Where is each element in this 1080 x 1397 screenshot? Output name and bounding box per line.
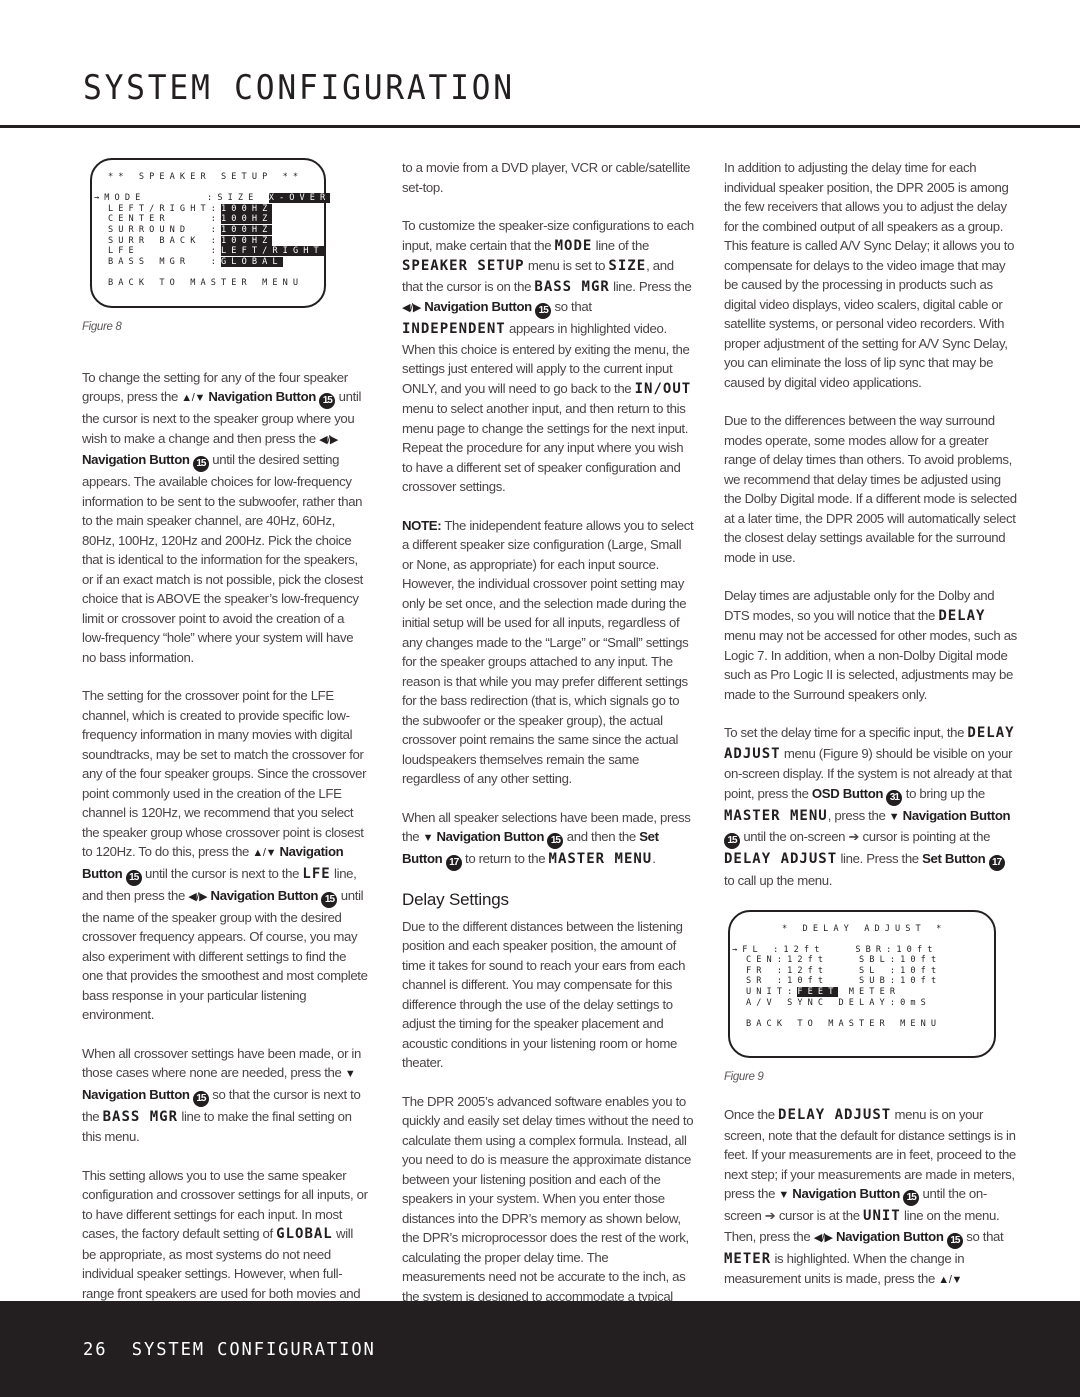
osd-row: CEN:12ft SBL:10ft xyxy=(746,955,942,966)
down-arrow-icon: ▼ xyxy=(344,1068,356,1080)
osd-back-to-master-menu: BACK TO MASTER MENU xyxy=(108,277,304,288)
right-arrow-icon: ➔ xyxy=(848,829,860,844)
column-2: to a movie from a DVD player, VCR or cab… xyxy=(402,158,694,1364)
osd-row-surr-back: SURR BACK :100HZ xyxy=(108,235,273,246)
column-3: In addition to adjusting the delay time … xyxy=(724,158,1018,1310)
figure-caption: Figure 9 xyxy=(724,1070,764,1083)
osd-value-highlight: LEFT/RIGHT xyxy=(221,246,324,257)
left-right-arrow-icon: ◀/▶ xyxy=(813,1231,833,1244)
button-15-badge: 15 xyxy=(547,833,564,849)
cursor-arrow-icon: → xyxy=(94,193,105,204)
button-15-badge: 15 xyxy=(535,303,552,319)
button-15-badge: 15 xyxy=(125,869,142,886)
paragraph: Due to the different distances between t… xyxy=(402,918,686,1071)
left-right-arrow-icon: ◀/▶ xyxy=(319,433,339,446)
button-15-badge: 15 xyxy=(192,456,209,472)
note-paragraph: NOTE: The inidependent feature allows yo… xyxy=(402,517,694,787)
osd-row-bass-mgr: BASS MGR :GLOBAL xyxy=(108,256,283,267)
button-15-badge: 15 xyxy=(946,1232,963,1249)
osd-value-highlight: 100HZ xyxy=(221,235,273,246)
column-1: ** SPEAKER SETUP ** →MODE :SIZE X-OVER LE… xyxy=(82,158,370,1381)
osd-row-surround: SURROUND :100HZ xyxy=(108,224,273,235)
osd-title: * DELAY ADJUST * xyxy=(782,923,947,934)
page-footer: 26 SYSTEM CONFIGURATION xyxy=(0,1301,1080,1397)
osd-value-highlight: X-OVER xyxy=(268,193,331,204)
page-number: 26 xyxy=(83,1339,108,1360)
paragraph: When all crossover settings have been ma… xyxy=(82,1045,361,1145)
osd-value-highlight: FEET xyxy=(797,987,839,998)
button-17-badge: 17 xyxy=(988,855,1005,871)
section-heading-delay-settings: Delay Settings xyxy=(402,890,509,909)
osd-row-center: CENTER :100HZ xyxy=(108,214,273,225)
button-15-badge: 15 xyxy=(192,1090,209,1107)
paragraph: To change the setting for any of the fou… xyxy=(82,369,363,665)
paragraph: When all speaker selections have been ma… xyxy=(402,808,694,871)
paragraph: To set the delay time for a specific inp… xyxy=(724,725,1015,888)
delay-adjust-osd-figure: * DELAY ADJUST * →FL :12ft SBR:10ft CEN:1… xyxy=(728,909,996,1058)
osd-value-highlight: GLOBAL xyxy=(221,256,283,267)
footer-label: 26 SYSTEM CONFIGURATION xyxy=(83,1339,376,1360)
button-17-badge: 17 xyxy=(445,855,462,871)
button-31-badge: 31 xyxy=(886,789,903,806)
down-arrow-icon: ▼ xyxy=(778,1189,789,1201)
left-right-arrow-icon: ◀/▶ xyxy=(402,302,421,314)
osd-row: SR :10ft SUB:10ft xyxy=(746,976,942,987)
paragraph: Due to the differences between the way s… xyxy=(724,413,1017,565)
osd-back-to-master-menu: BACK TO MASTER MENU xyxy=(746,1018,942,1029)
button-15-badge: 15 xyxy=(319,393,336,409)
cursor-arrow-icon: → xyxy=(732,944,743,955)
figure-caption: Figure 8 xyxy=(82,321,122,333)
page-title: SYSTEM CONFIGURATION xyxy=(83,68,515,108)
down-arrow-icon: ▼ xyxy=(888,810,900,823)
osd-row-unit: UNIT:FEET METER xyxy=(746,987,901,998)
osd-value-highlight: 100HZ xyxy=(221,214,273,225)
right-arrow-icon: ➔ xyxy=(764,1208,776,1223)
paragraph: Once the DELAY ADJUST menu is on your sc… xyxy=(724,1107,1016,1286)
osd-title: ** SPEAKER SETUP ** xyxy=(108,172,304,182)
button-15-badge: 15 xyxy=(903,1190,920,1206)
osd-row-lfe: LFE :LEFT/RIGHT xyxy=(108,246,324,257)
up-down-arrow-icon: ▲/▼ xyxy=(252,847,277,859)
osd-row: →FL :12ft SBR:10ft xyxy=(732,944,938,955)
left-right-arrow-icon: ◀/▶ xyxy=(188,890,208,903)
osd-row-mode: →MODE :SIZE X-OVER xyxy=(94,193,331,204)
osd-value-highlight: 100HZ xyxy=(221,203,273,214)
up-down-arrow-icon: ▲/▼ xyxy=(181,392,206,404)
osd-row: FR :12ft SL :10ft xyxy=(746,965,942,976)
button-15-badge: 15 xyxy=(724,833,740,849)
osd-row-left-right: LEFT/RIGHT:100HZ xyxy=(108,203,273,214)
paragraph: Delay times are adjustable only for the … xyxy=(724,588,1017,702)
up-down-arrow-icon: ▲/▼ xyxy=(938,1274,963,1286)
osd-value-highlight: 100HZ xyxy=(221,224,273,235)
title-rule xyxy=(0,125,1080,128)
speaker-setup-osd-figure: ** SPEAKER SETUP ** →MODE :SIZE X-OVER LE… xyxy=(90,158,331,308)
paragraph: The setting for the crossover point for … xyxy=(82,688,368,1022)
paragraph: In addition to adjusting the delay time … xyxy=(724,160,1015,390)
paragraph: To customize the speaker-size configurat… xyxy=(402,218,694,494)
button-15-badge: 15 xyxy=(321,891,338,908)
footer-section-title: SYSTEM CONFIGURATION xyxy=(131,1339,376,1360)
paragraph: to a movie from a DVD player, VCR or cab… xyxy=(402,160,691,195)
down-arrow-icon: ▼ xyxy=(422,832,434,844)
osd-row-av-sync: A/V SYNC DELAY:0mS xyxy=(746,997,931,1008)
